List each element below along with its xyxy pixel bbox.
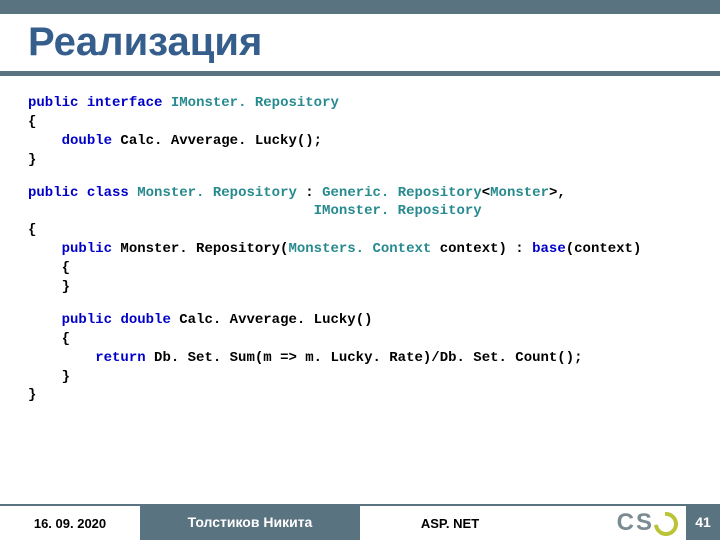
footer-logo-area: CS: [540, 504, 686, 540]
footer-date: 16. 09. 2020: [0, 504, 140, 540]
code-gap-2: [28, 297, 692, 311]
code-block-2: public class Monster. Repository : Gener…: [28, 184, 692, 297]
code-block-3: public double Calc. Avverage. Lucky() { …: [28, 311, 692, 405]
logo-letter-s: S: [636, 509, 651, 537]
logo-ring-icon: [649, 507, 683, 540]
title-row: Реализация: [0, 14, 720, 67]
kw-public: public: [28, 95, 78, 111]
footer: 16. 09. 2020 Толстиков Никита ASP. NET C…: [0, 504, 720, 540]
content-area: public interface IMonster. Repository { …: [0, 76, 720, 540]
footer-subject: ASP. NET: [360, 504, 540, 540]
footer-author: Толстиков Никита: [140, 504, 360, 540]
code-block: public interface IMonster. Repository { …: [28, 94, 692, 170]
slide: Реализация public interface IMonster. Re…: [0, 0, 720, 540]
slide-title: Реализация: [28, 20, 692, 65]
top-accent-bar: [0, 0, 720, 14]
footer-page-number: 41: [686, 504, 720, 540]
kw-interface: interface: [87, 95, 163, 111]
code-gap-1: [28, 170, 692, 184]
csc-logo: CS: [617, 509, 678, 537]
logo-letter-c: C: [617, 509, 633, 537]
type-imonster-repo: IMonster. Repository: [171, 95, 339, 111]
kw-double: double: [62, 133, 112, 149]
